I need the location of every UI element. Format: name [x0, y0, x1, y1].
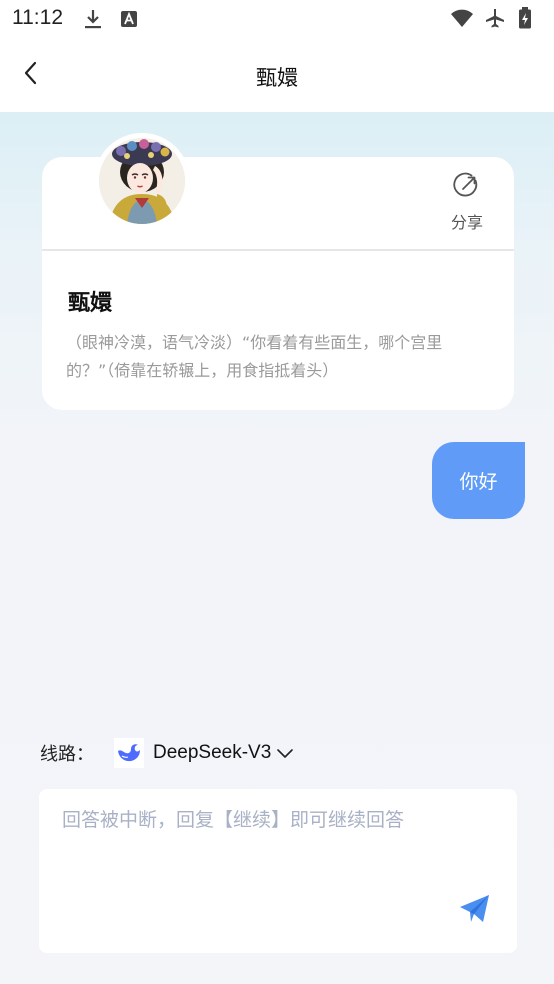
model-name[interactable]: DeepSeek-V3	[153, 742, 271, 764]
send-button[interactable]	[457, 893, 493, 929]
share-label: 分享	[450, 213, 483, 232]
route-label: 线路：	[40, 744, 94, 765]
user-message-text: 你好	[459, 471, 498, 493]
character-card: 分享 甄嬛 （眼神冷漠，语气冷淡）“你看着有些面生，哪个宫里的？”（倚靠在轿辗上…	[42, 133, 514, 410]
share-icon	[453, 171, 481, 203]
card-divider	[42, 249, 514, 251]
character-description: （眼神冷漠，语气冷淡）“你看着有些面生，哪个宫里的？”（倚靠在轿辗上，用食指抵着…	[66, 333, 443, 380]
nav-bar: 甄嬛	[0, 38, 554, 112]
status-left-icons	[82, 8, 140, 30]
character-name: 甄嬛	[68, 291, 113, 316]
wifi-icon	[450, 7, 473, 29]
character-avatar[interactable]	[99, 138, 185, 224]
airplane-icon	[484, 7, 506, 29]
route-selector-row: 线路： DeepSeek-V3	[40, 737, 295, 769]
battery-charging-icon	[518, 7, 540, 29]
avatar-frame	[94, 133, 190, 229]
status-time: 11:12	[12, 6, 63, 29]
send-icon	[458, 893, 492, 929]
share-button[interactable]: 分享	[442, 171, 492, 235]
status-right-icons	[450, 7, 540, 29]
download-icon	[82, 8, 104, 30]
chevron-down-icon[interactable]	[275, 743, 295, 763]
chat-content: 分享 甄嬛 （眼神冷漠，语气冷淡）“你看着有些面生，哪个宫里的？”（倚靠在轿辗上…	[0, 112, 554, 984]
message-input[interactable]: 回答被中断，回复【继续】即可继续回答	[39, 789, 517, 953]
status-bar: 11:12	[0, 0, 554, 38]
font-a-icon	[118, 8, 140, 30]
page-title: 甄嬛	[256, 66, 298, 90]
input-placeholder: 回答被中断，回复【继续】即可继续回答	[62, 809, 405, 831]
deepseek-whale-icon	[114, 738, 144, 768]
user-message-bubble[interactable]: 你好	[432, 442, 525, 519]
